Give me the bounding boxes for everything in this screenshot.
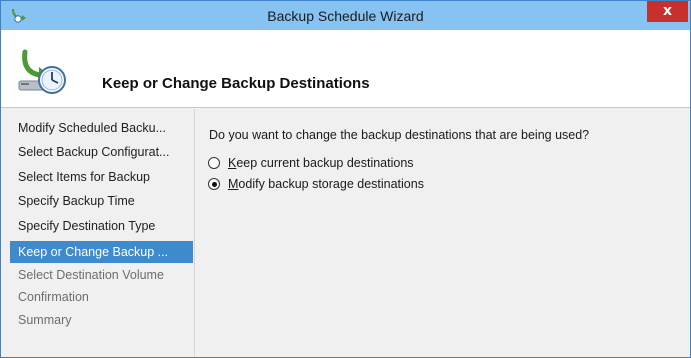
step-specify-backup-time[interactable]: Specify Backup Time: [10, 190, 193, 212]
keep-destinations-radio[interactable]: [208, 157, 220, 169]
destination-question: Do you want to change the backup destina…: [209, 128, 590, 142]
step-select-items-for-backup[interactable]: Select Items for Backup: [10, 166, 193, 188]
step-confirmation: Confirmation: [18, 290, 89, 304]
step-select-backup-configuration[interactable]: Select Backup Configurat...: [10, 141, 193, 163]
backup-schedule-icon: [18, 49, 66, 94]
step-modify-scheduled-backup[interactable]: Modify Scheduled Backu...: [10, 117, 193, 139]
window-title: Backup Schedule Wizard: [267, 8, 424, 24]
modify-destinations-label[interactable]: Modify backup storage destinations: [228, 177, 424, 191]
step-select-destination-volume: Select Destination Volume: [18, 268, 164, 282]
step-specify-destination-type[interactable]: Specify Destination Type: [10, 215, 193, 237]
step-summary: Summary: [18, 313, 72, 327]
close-icon: x: [662, 3, 673, 19]
wizard-header: Keep or Change Backup Destinations: [1, 30, 690, 108]
close-button[interactable]: x: [647, 1, 688, 22]
step-keep-or-change-backup-destinations[interactable]: Keep or Change Backup ...: [10, 241, 193, 263]
keep-destinations-option[interactable]: Keep current backup destinations: [208, 154, 414, 172]
modify-destinations-option[interactable]: Modify backup storage destinations: [208, 175, 424, 193]
page-title: Keep or Change Backup Destinations: [102, 75, 370, 92]
modify-destinations-radio[interactable]: [208, 178, 220, 190]
wizard-steps-nav: Modify Scheduled Backu... Select Backup …: [1, 109, 195, 357]
title-bar[interactable]: Backup Schedule Wizard x: [1, 1, 690, 30]
keep-destinations-label[interactable]: Keep current backup destinations: [228, 156, 414, 170]
wizard-window: Backup Schedule Wizard x Keep or Change …: [0, 0, 691, 358]
wizard-content: Do you want to change the backup destina…: [196, 109, 690, 357]
